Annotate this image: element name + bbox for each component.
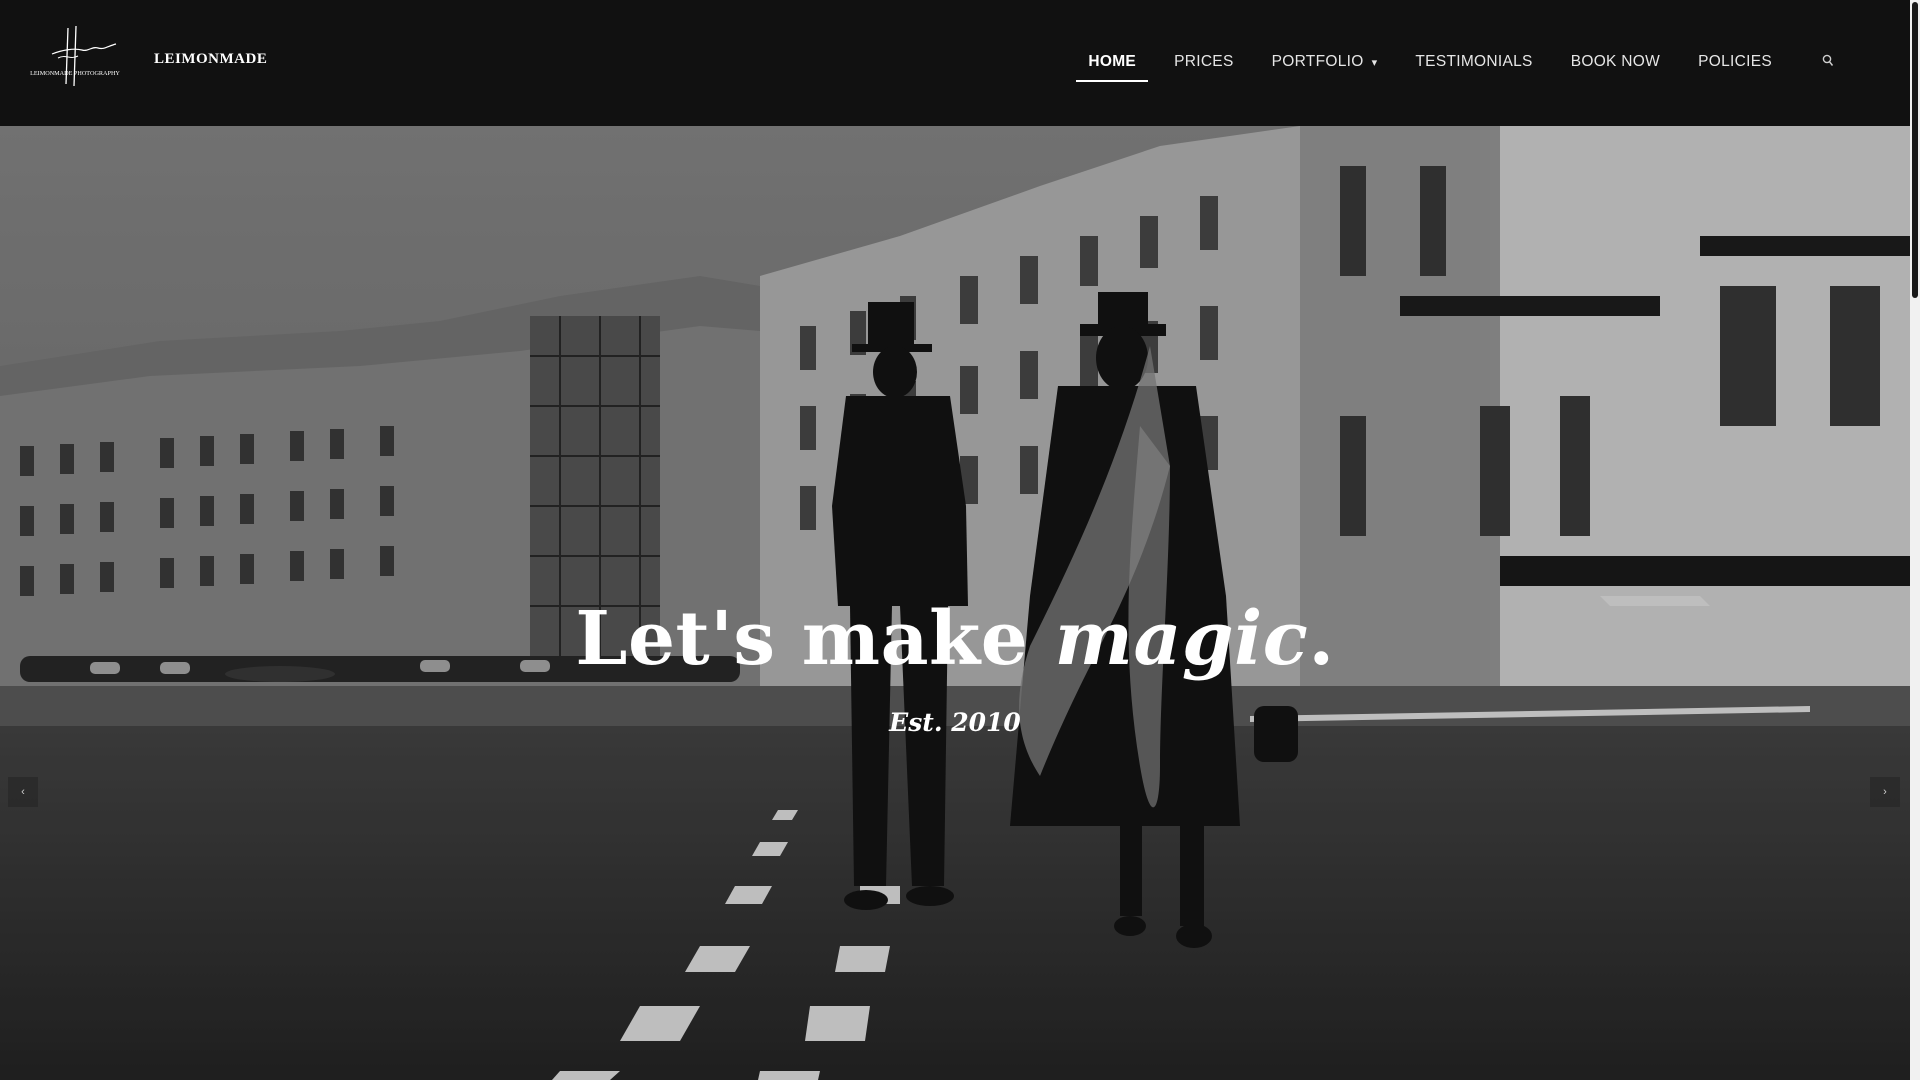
nav-item-prices[interactable]: PRICES [1162, 50, 1246, 82]
page-scrollbar[interactable] [1910, 0, 1920, 1080]
nav-item-book-now[interactable]: BOOK NOW [1559, 50, 1672, 82]
hero-heading-main: Let's make [575, 596, 1055, 682]
logo-mark: LEIMONMADE PHOTOGRAPHY [30, 25, 120, 87]
hero-heading: Let's make magic. [0, 596, 1910, 682]
site-header: LEIMONMADE PHOTOGRAPHY LEIMONMADE HOME P… [0, 0, 1910, 126]
logo-text: LEIMONMADE [154, 50, 268, 67]
nav-item-label: PRICES [1174, 53, 1234, 70]
hero-heading-end: . [1308, 596, 1335, 682]
page: LEIMONMADE PHOTOGRAPHY LEIMONMADE HOME P… [0, 0, 1920, 1080]
hero-subheading: Est. 2010 [889, 708, 1021, 737]
search-button[interactable] [1820, 54, 1836, 78]
scrollbar-thumb[interactable] [1912, 2, 1918, 298]
hero-heading-emphasis: magic [1054, 596, 1309, 682]
logo-mark-text: LEIMONMADE PHOTOGRAPHY [30, 70, 120, 77]
nav-item-label: TESTIMONIALS [1415, 53, 1533, 70]
nav-item-label: HOME [1088, 53, 1137, 70]
search-icon [1822, 54, 1834, 66]
nav-item-portfolio[interactable]: PORTFOLIO ▾ [1260, 50, 1390, 82]
chevron-down-icon: ▾ [1371, 57, 1378, 69]
hero-slider: Let's make magic. Est. 2010 ‹ › [0, 126, 1910, 1080]
chevron-right-icon: › [1883, 786, 1887, 798]
slider-prev-button[interactable]: ‹ [8, 777, 38, 807]
slider-next-button[interactable]: › [1870, 777, 1900, 807]
nav-item-home[interactable]: HOME [1076, 50, 1148, 82]
nav-item-testimonials[interactable]: TESTIMONIALS [1403, 50, 1544, 82]
logo-link[interactable]: LEIMONMADE PHOTOGRAPHY LEIMONMADE [22, 24, 267, 88]
nav-item-label: PORTFOLIO [1271, 53, 1364, 70]
nav-item-label: POLICIES [1698, 53, 1772, 70]
main-nav: HOME PRICES PORTFOLIO ▾ TESTIMONIALS BOO… [1062, 50, 1836, 82]
chevron-left-icon: ‹ [21, 786, 25, 798]
nav-item-label: BOOK NOW [1570, 53, 1661, 70]
nav-item-policies[interactable]: POLICIES [1686, 50, 1784, 82]
